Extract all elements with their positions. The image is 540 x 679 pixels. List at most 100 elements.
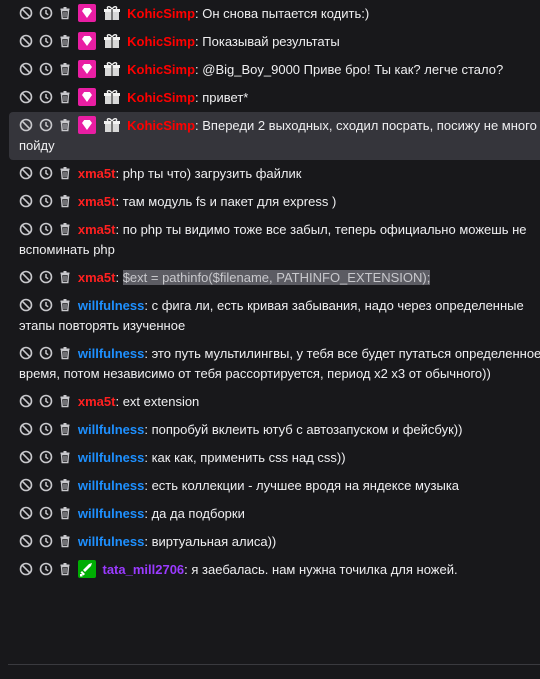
diamond-badge-icon[interactable] xyxy=(77,4,96,22)
ban-icon[interactable] xyxy=(19,6,33,20)
trash-icon[interactable] xyxy=(58,270,72,284)
trash-icon[interactable] xyxy=(58,6,72,20)
gift-badge-icon[interactable] xyxy=(103,4,121,22)
username[interactable]: KohicSimp xyxy=(127,62,195,77)
message-text-selected[interactable]: $ext = pathinfo($filename, PATHINFO_EXTE… xyxy=(122,270,431,285)
clock-icon[interactable] xyxy=(39,422,53,436)
trash-icon[interactable] xyxy=(58,62,72,76)
chat-message: xma5t: там модуль fs и пакет для express… xyxy=(0,188,540,216)
message-text: Он снова пытается кодить:) xyxy=(202,6,370,21)
trash-icon[interactable] xyxy=(58,90,72,104)
colon-separator: : xyxy=(115,270,123,285)
ban-icon[interactable] xyxy=(19,562,33,576)
username[interactable]: xma5t xyxy=(78,394,116,409)
ban-icon[interactable] xyxy=(19,394,33,408)
clock-icon[interactable] xyxy=(39,90,53,104)
username[interactable]: willfulness xyxy=(78,450,144,465)
username[interactable]: xma5t xyxy=(78,270,116,285)
message-text: php ты что) загрузить файлик xyxy=(122,166,302,181)
ban-icon[interactable] xyxy=(19,118,33,132)
username[interactable]: KohicSimp xyxy=(127,118,195,133)
trash-icon[interactable] xyxy=(58,478,72,492)
trash-icon[interactable] xyxy=(58,298,72,312)
clock-icon[interactable] xyxy=(39,194,53,208)
trash-icon[interactable] xyxy=(58,346,72,360)
ban-icon[interactable] xyxy=(19,450,33,464)
colon-separator: : xyxy=(144,346,152,361)
diamond-badge-icon[interactable] xyxy=(77,88,96,106)
clock-icon[interactable] xyxy=(39,346,53,360)
username[interactable]: willfulness xyxy=(78,506,144,521)
gift-badge-icon[interactable] xyxy=(103,60,121,78)
ban-icon[interactable] xyxy=(19,222,33,236)
gift-badge-icon[interactable] xyxy=(103,116,121,134)
ban-icon[interactable] xyxy=(19,194,33,208)
username[interactable]: KohicSimp xyxy=(127,34,195,49)
ban-icon[interactable] xyxy=(19,346,33,360)
clock-icon[interactable] xyxy=(39,62,53,76)
username[interactable]: willfulness xyxy=(78,534,144,549)
clock-icon[interactable] xyxy=(39,506,53,520)
clock-icon[interactable] xyxy=(39,6,53,20)
username[interactable]: willfulness xyxy=(78,478,144,493)
username[interactable]: tata_mill2706 xyxy=(103,562,185,577)
username[interactable]: KohicSimp xyxy=(127,90,195,105)
trash-icon[interactable] xyxy=(58,394,72,408)
ban-icon[interactable] xyxy=(19,62,33,76)
username[interactable]: KohicSimp xyxy=(127,6,195,21)
chat-message-highlighted: KohicSimp: Впереди 2 выходных, сходил по… xyxy=(9,112,540,160)
gift-badge-icon[interactable] xyxy=(103,32,121,50)
ban-icon[interactable] xyxy=(19,166,33,180)
message-text: есть коллекции - лучшее вродя на яндексе… xyxy=(151,478,460,493)
colon-separator: : xyxy=(115,222,123,237)
ban-icon[interactable] xyxy=(19,34,33,48)
ban-icon[interactable] xyxy=(19,270,33,284)
chat-message: xma5t: по php ты видимо тоже все забыл, … xyxy=(0,216,540,264)
trash-icon[interactable] xyxy=(58,562,72,576)
clock-icon[interactable] xyxy=(39,34,53,48)
trash-icon[interactable] xyxy=(58,450,72,464)
clock-icon[interactable] xyxy=(39,166,53,180)
clock-icon[interactable] xyxy=(39,222,53,236)
username[interactable]: xma5t xyxy=(78,166,116,181)
trash-icon[interactable] xyxy=(58,194,72,208)
ban-icon[interactable] xyxy=(19,422,33,436)
username[interactable]: willfulness xyxy=(78,346,144,361)
ban-icon[interactable] xyxy=(19,90,33,104)
username[interactable]: willfulness xyxy=(78,298,144,313)
clock-icon[interactable] xyxy=(39,478,53,492)
username[interactable]: willfulness xyxy=(78,422,144,437)
gift-badge-icon[interactable] xyxy=(103,88,121,106)
trash-icon[interactable] xyxy=(58,506,72,520)
clock-icon[interactable] xyxy=(39,118,53,132)
diamond-badge-icon[interactable] xyxy=(77,32,96,50)
diamond-badge-icon[interactable] xyxy=(77,116,96,134)
sword-badge-icon[interactable] xyxy=(77,560,96,578)
trash-icon[interactable] xyxy=(58,222,72,236)
clock-icon[interactable] xyxy=(39,534,53,548)
clock-icon[interactable] xyxy=(39,298,53,312)
trash-icon[interactable] xyxy=(58,422,72,436)
colon-separator: : xyxy=(144,422,152,437)
ban-icon[interactable] xyxy=(19,298,33,312)
chat-message: willfulness: с фига ли, есть кривая забы… xyxy=(0,292,540,340)
username[interactable]: xma5t xyxy=(78,194,116,209)
diamond-badge-icon[interactable] xyxy=(77,60,96,78)
ban-icon[interactable] xyxy=(19,534,33,548)
clock-icon[interactable] xyxy=(39,394,53,408)
chat-input-edge xyxy=(8,664,540,679)
chat-message: xma5t: $ext = pathinfo($filename, PATHIN… xyxy=(0,264,540,292)
ban-icon[interactable] xyxy=(19,506,33,520)
ban-icon[interactable] xyxy=(19,478,33,492)
clock-icon[interactable] xyxy=(39,450,53,464)
clock-icon[interactable] xyxy=(39,562,53,576)
trash-icon[interactable] xyxy=(58,118,72,132)
clock-icon[interactable] xyxy=(39,270,53,284)
colon-separator: : xyxy=(144,298,152,313)
trash-icon[interactable] xyxy=(58,166,72,180)
trash-icon[interactable] xyxy=(58,534,72,548)
trash-icon[interactable] xyxy=(58,34,72,48)
username[interactable]: xma5t xyxy=(78,222,116,237)
chat-message: willfulness: как как, применить css над … xyxy=(0,444,540,472)
chat-message: willfulness: виртуальная алиса)) xyxy=(0,528,540,556)
